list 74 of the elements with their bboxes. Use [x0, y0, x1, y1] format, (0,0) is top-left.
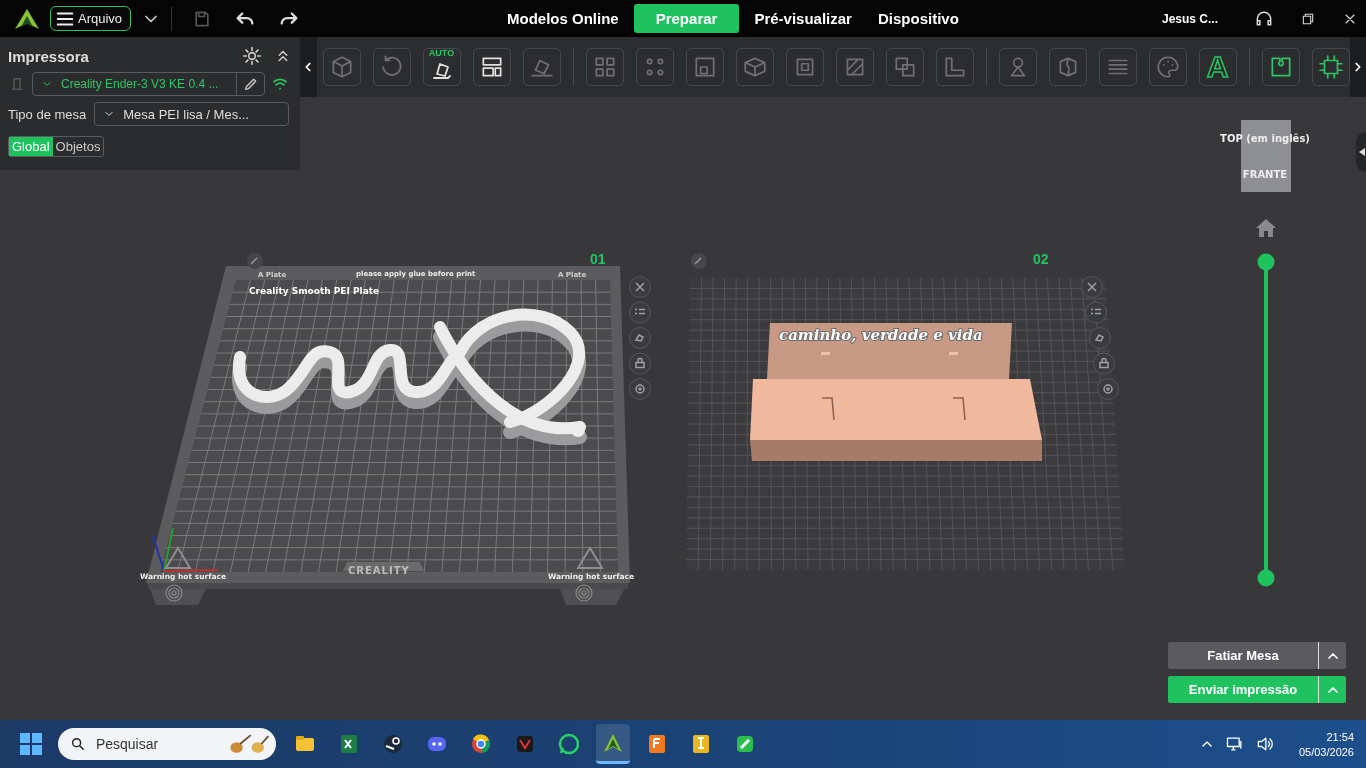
plate-lock-button[interactable]: [629, 352, 651, 375]
edit-icon[interactable]: [247, 253, 263, 269]
clock-date: 05/03/2026: [1298, 745, 1354, 758]
model-text: caminho, verdade e vida: [779, 326, 983, 344]
fingerprint-icon: [165, 584, 183, 602]
move-button[interactable]: [322, 48, 361, 86]
browser-icon: [469, 732, 493, 756]
plate-number: 01: [590, 251, 606, 267]
panel-title: Impressora: [8, 47, 90, 65]
gears-button[interactable]: [635, 48, 674, 86]
user-name[interactable]: Jesus C...: [1161, 11, 1218, 26]
warning-icon: [164, 546, 192, 569]
file-menu-button[interactable]: Arquivo: [50, 6, 132, 31]
plate-auto-button[interactable]: [1089, 327, 1111, 349]
phone-chat-icon: [557, 732, 581, 756]
plate-settings-button[interactable]: [1097, 378, 1119, 400]
ruler-button[interactable]: [935, 48, 974, 86]
fingerprint-icon: [575, 584, 593, 602]
grid-button[interactable]: [585, 48, 624, 86]
bed-brand: CREALITY: [348, 565, 410, 576]
layers-button[interactable]: [1098, 48, 1137, 86]
steam-style-icon: [381, 732, 405, 756]
plate-close-button[interactable]: [629, 276, 651, 298]
bed-type-dropdown[interactable]: Mesa PEI lisa / Mes...: [94, 102, 290, 126]
mode-tab[interactable]: Dispositivo: [866, 4, 970, 33]
plate-list-button[interactable]: [629, 301, 651, 324]
bed-name: Creality Smooth PEI Plate: [249, 286, 380, 296]
plate-lock-button[interactable]: [1093, 352, 1115, 375]
arrange-button[interactable]: [472, 48, 511, 86]
cut-button[interactable]: [785, 48, 824, 86]
edit-icon[interactable]: [691, 253, 707, 269]
palette-icon: [1154, 54, 1181, 80]
chip-icon: [1317, 54, 1344, 80]
pencil-icon: [242, 76, 259, 92]
home-icon: [1255, 218, 1277, 238]
plate-number: 02: [1033, 251, 1049, 267]
crop-button[interactable]: [685, 48, 724, 86]
slash-button[interactable]: [835, 48, 874, 86]
windows-icon: [20, 733, 42, 755]
overlap-button[interactable]: [885, 48, 924, 86]
settings-tab[interactable]: Objetos: [52, 137, 104, 156]
puzzle-button[interactable]: [1261, 48, 1300, 86]
search-icon: [70, 735, 86, 753]
mode-tab[interactable]: Pré-visualizar: [743, 4, 863, 33]
chip-button[interactable]: [1311, 48, 1350, 86]
lay-flat-button[interactable]: [522, 48, 561, 86]
search-box[interactable]: Pesquisar: [58, 728, 276, 760]
plate-auto-button[interactable]: [629, 327, 651, 349]
app-logo-icon: [14, 7, 40, 30]
warning-icon: [576, 546, 604, 569]
settings-icon: [242, 46, 262, 66]
bed-type-label: Tipo de mesa: [8, 106, 87, 122]
box-button[interactable]: [735, 48, 774, 86]
auto-orient-button[interactable]: AUTO: [422, 48, 461, 86]
rotate-button[interactable]: [372, 48, 411, 86]
axes-drawing: [152, 527, 219, 572]
search-field[interactable]: Pesquisar: [93, 735, 218, 753]
caret-left-icon: [1359, 148, 1365, 156]
plate-list-button[interactable]: [1085, 301, 1107, 324]
scroll-right-button[interactable]: [1349, 37, 1366, 97]
plate-settings-button[interactable]: [629, 378, 651, 400]
mode-tab[interactable]: Modelos Online: [496, 4, 630, 33]
printer-dropdown[interactable]: Creality Ender-3 V3 KE 0.4 ...: [32, 72, 265, 96]
crack-button[interactable]: [1048, 48, 1087, 86]
view-cube-front-label: FRANTE: [1241, 169, 1289, 180]
slice-action-button[interactable]: Fatiar Mesa: [1168, 642, 1319, 669]
side-panel-handle[interactable]: [1356, 132, 1366, 172]
layer-range-slider[interactable]: [1255, 252, 1277, 588]
scroll-left-button[interactable]: [300, 37, 317, 97]
plate-close-button[interactable]: [1081, 276, 1103, 298]
home-view-button[interactable]: [1255, 218, 1277, 238]
settings-button[interactable]: [242, 46, 262, 66]
paint-button[interactable]: [1148, 48, 1187, 86]
clock-time: 21:54: [1326, 730, 1354, 743]
